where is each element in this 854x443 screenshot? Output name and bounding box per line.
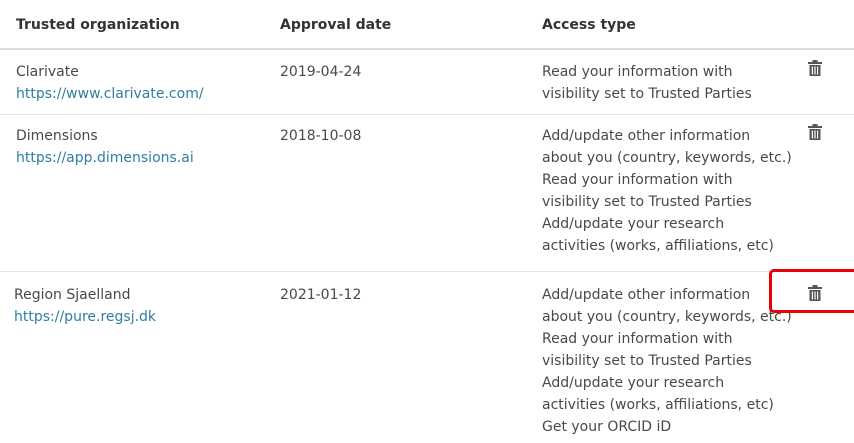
access-type-line: Add/update other information bbox=[542, 128, 751, 144]
access-type-line: about you (country, keywords, etc.) bbox=[542, 309, 792, 325]
table-row: Clarivate https://www.clarivate.com/ 201… bbox=[0, 50, 854, 115]
organization-name: Region Sjaelland bbox=[14, 287, 131, 303]
header-trusted-organization: Trusted organization bbox=[16, 17, 180, 33]
header-approval-date: Approval date bbox=[280, 17, 392, 33]
approval-date: 2021-01-12 bbox=[280, 287, 362, 303]
trash-icon[interactable] bbox=[808, 60, 822, 76]
access-type-line: visibility set to Trusted Parties bbox=[542, 353, 752, 369]
organization-cell: Dimensions https://app.dimensions.ai bbox=[16, 125, 194, 169]
access-type-cell: Add/update other information about you (… bbox=[542, 125, 792, 257]
header-access-type: Access type bbox=[542, 17, 636, 33]
access-type-line: Get your ORCID iD bbox=[542, 419, 672, 435]
organization-cell: Region Sjaelland https://pure.regsj.dk bbox=[14, 284, 156, 328]
organization-link[interactable]: https://www.clarivate.com/ bbox=[16, 83, 204, 105]
access-type-line: activities (works, affiliations, etc) bbox=[542, 397, 774, 413]
access-type-line: Add/update your research bbox=[542, 216, 725, 232]
trash-icon[interactable] bbox=[808, 124, 822, 140]
table-row: Dimensions https://app.dimensions.ai 201… bbox=[0, 115, 854, 272]
access-type-cell: Read your information with visibility se… bbox=[542, 61, 752, 105]
highlight-box bbox=[769, 269, 854, 313]
organization-name: Clarivate bbox=[16, 64, 79, 80]
access-type-line: Read your information with bbox=[542, 331, 733, 347]
access-type-cell: Add/update other information about you (… bbox=[542, 284, 792, 438]
access-type-line: Add/update your research bbox=[542, 375, 725, 391]
organization-cell: Clarivate https://www.clarivate.com/ bbox=[16, 61, 204, 105]
access-type-line: visibility set to Trusted Parties bbox=[542, 194, 752, 210]
table-header: Trusted organization Approval date Acces… bbox=[0, 0, 854, 50]
access-type-line: visibility set to Trusted Parties bbox=[542, 86, 752, 102]
access-type-line: about you (country, keywords, etc.) bbox=[542, 150, 792, 166]
approval-date: 2019-04-24 bbox=[280, 64, 362, 80]
access-type-line: activities (works, affiliations, etc) bbox=[542, 238, 774, 254]
trusted-organizations-table: Trusted organization Approval date Acces… bbox=[0, 0, 854, 443]
table-row: Region Sjaelland https://pure.regsj.dk 2… bbox=[0, 272, 854, 443]
approval-date: 2018-10-08 bbox=[280, 128, 362, 144]
organization-link[interactable]: https://pure.regsj.dk bbox=[14, 306, 156, 328]
access-type-line: Read your information with bbox=[542, 64, 733, 80]
access-type-line: Add/update other information bbox=[542, 287, 751, 303]
organization-name: Dimensions bbox=[16, 128, 98, 144]
access-type-line: Read your information with bbox=[542, 172, 733, 188]
organization-link[interactable]: https://app.dimensions.ai bbox=[16, 147, 194, 169]
